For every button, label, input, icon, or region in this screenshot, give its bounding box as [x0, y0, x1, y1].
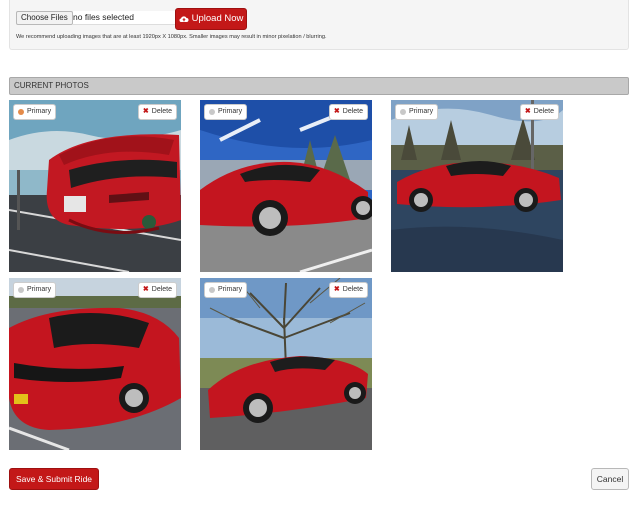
delete-label: Delete	[151, 108, 172, 115]
primary-label: Primary	[409, 108, 434, 115]
upload-now-button[interactable]: Upload Now	[175, 8, 247, 30]
x-icon: ✖	[142, 286, 149, 293]
choose-files-button[interactable]: Choose Files	[16, 11, 73, 25]
primary-label: Primary	[27, 286, 52, 293]
car-photo-rear	[9, 100, 181, 272]
cloud-upload-icon	[179, 16, 189, 23]
delete-button[interactable]: ✖ Delete	[328, 282, 368, 298]
upload-now-label: Upload Now	[191, 13, 244, 24]
photo-card: Primary ✖ Delete	[9, 100, 181, 272]
delete-button[interactable]: ✖ Delete	[137, 104, 177, 120]
delete-label: Delete	[151, 286, 172, 293]
save-submit-button[interactable]: Save & Submit Ride	[9, 468, 99, 490]
delete-button[interactable]: ✖ Delete	[328, 104, 368, 120]
delete-button[interactable]: ✖ Delete	[137, 282, 177, 298]
delete-label: Delete	[342, 108, 363, 115]
car-photo-rear-quarter	[9, 278, 181, 450]
primary-dot-icon	[18, 109, 24, 115]
primary-label: Primary	[27, 108, 52, 115]
primary-dot-icon	[18, 287, 24, 293]
primary-toggle[interactable]: Primary	[13, 282, 57, 298]
x-icon: ✖	[142, 108, 149, 115]
primary-toggle[interactable]: Primary	[204, 282, 248, 298]
photo-card: Primary ✖ Delete	[200, 278, 372, 450]
delete-label: Delete	[342, 286, 363, 293]
delete-button[interactable]: ✖ Delete	[519, 104, 559, 120]
car-photo-profile	[391, 100, 563, 272]
photo-card: Primary ✖ Delete	[391, 100, 563, 272]
file-status: no files selected	[73, 11, 177, 25]
car-photo-front-quarter	[200, 278, 372, 450]
x-icon: ✖	[524, 108, 531, 115]
current-photos-header: CURRENT PHOTOS	[9, 77, 629, 95]
primary-label: Primary	[218, 286, 243, 293]
primary-dot-icon	[209, 109, 215, 115]
upload-recommendation: We recommend uploading images that are a…	[16, 34, 327, 40]
x-icon: ✖	[333, 286, 340, 293]
upload-panel: Choose Files no files selected Upload No…	[9, 0, 629, 50]
primary-dot-icon	[209, 287, 215, 293]
primary-toggle[interactable]: Primary	[395, 104, 439, 120]
cancel-button[interactable]: Cancel	[591, 468, 629, 490]
primary-toggle[interactable]: Primary	[204, 104, 248, 120]
photo-card: Primary ✖ Delete	[200, 100, 372, 272]
primary-toggle[interactable]: Primary	[13, 104, 57, 120]
photo-card: Primary ✖ Delete	[9, 278, 181, 450]
car-photo-side-angle	[200, 100, 372, 272]
primary-dot-icon	[400, 109, 406, 115]
x-icon: ✖	[333, 108, 340, 115]
primary-label: Primary	[218, 108, 243, 115]
delete-label: Delete	[533, 108, 554, 115]
